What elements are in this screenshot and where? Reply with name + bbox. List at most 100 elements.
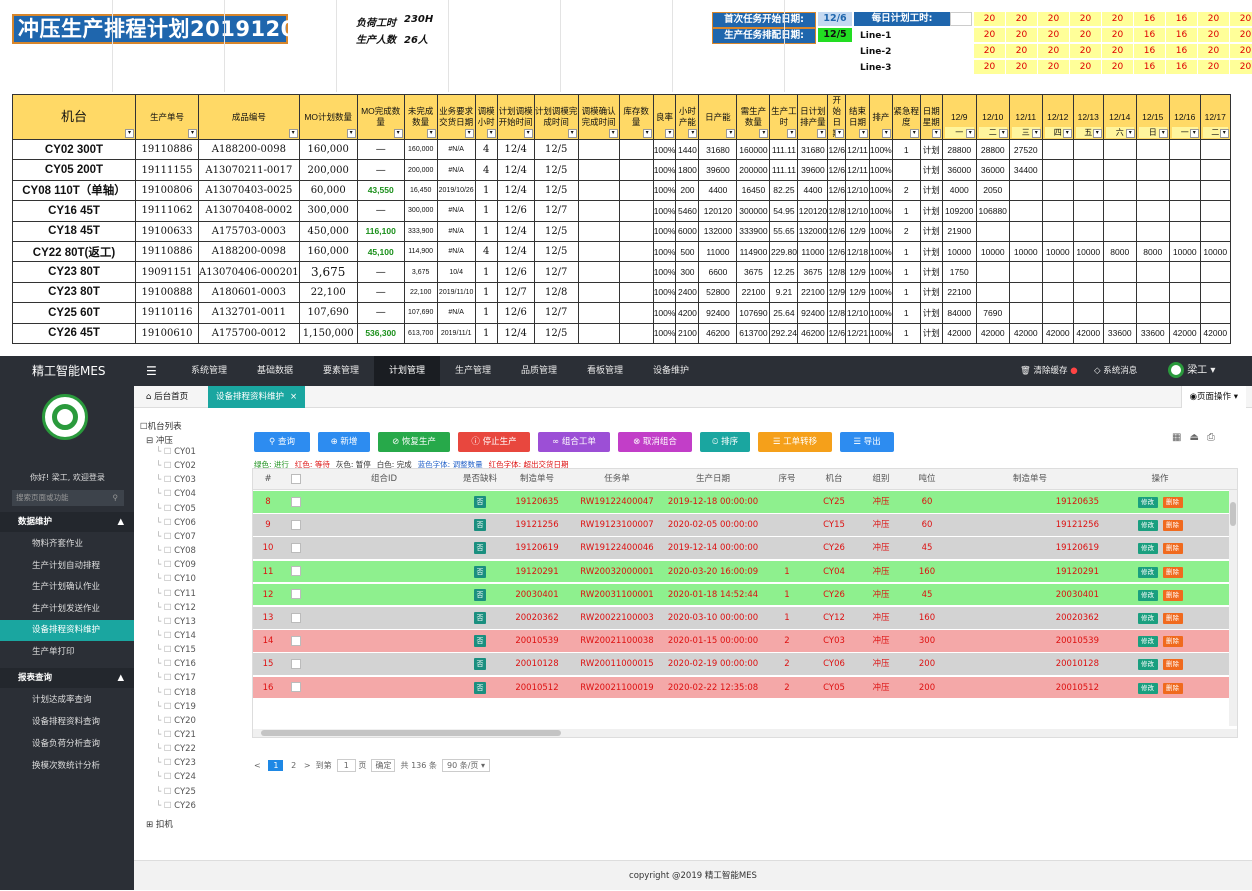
filter-dropdown-icon[interactable]: ▾ [759,129,769,138]
cell[interactable]: 22100 [941,281,977,304]
cell[interactable] [1102,220,1137,242]
user-menu[interactable]: 梁工 ▾ [1168,356,1215,386]
cell[interactable]: 10000 [1072,240,1104,263]
cell[interactable]: 计划 [919,240,943,263]
col-header[interactable]: MO计划数量 ▾ [298,94,358,140]
scrollbar-horizontal[interactable] [253,729,1237,737]
cell[interactable]: 107,690 [403,302,438,324]
grid-header-cell[interactable]: 序号 [765,469,809,489]
cell[interactable]: 100% [652,200,677,222]
cell[interactable]: A188200-0098 [198,138,300,161]
nav-7[interactable]: 设备维护 [638,356,704,386]
cell[interactable]: 11000 [698,240,738,263]
tree-node[interactable]: └ ☐ CY16 [156,659,196,669]
cell[interactable] [577,220,620,242]
cell[interactable] [577,322,620,344]
cell[interactable] [1135,220,1170,242]
cell[interactable]: CY08 110T（单轴） [12,179,136,202]
cell[interactable] [1008,179,1043,202]
tree-node[interactable]: └ ☐ CY19 [156,702,196,712]
cell[interactable]: 42000 [1168,322,1201,344]
cell[interactable]: 计划 [919,179,943,202]
col-header[interactable]: 12/10 二 ▾ [975,94,1010,140]
page-ops-button[interactable]: ◉页面操作 ▾ [1180,386,1246,408]
line-3-hours-cell-2[interactable]: 20 [1038,60,1069,74]
filter-dropdown-icon[interactable]: ▾ [523,129,533,138]
cell[interactable] [1199,261,1231,283]
cell[interactable]: CY05 200T [12,159,136,181]
grid-header-cell[interactable]: 生产日期 [661,469,765,489]
row-checkbox[interactable] [291,542,301,553]
cell[interactable]: 10000 [975,240,1010,263]
cell[interactable]: 12.25 [769,261,799,283]
cell[interactable]: A13070408-0002 [198,200,300,222]
cell[interactable]: 46200 [797,322,829,344]
cell[interactable] [1168,261,1201,283]
delete-button[interactable]: 删除 [1162,613,1183,624]
cell[interactable]: 12/11 [844,159,870,181]
row-checkbox[interactable] [291,566,301,577]
cell[interactable]: 100% [868,261,893,283]
sidebar-item[interactable]: 生产计划确认作业 [0,577,134,598]
cell[interactable]: 450,000 [298,220,358,242]
table-row[interactable]: 16 否 20010512 RW20021100019 2020-02-22 12:35… [253,676,1237,700]
filter-dropdown-icon[interactable]: ▾ [834,129,844,138]
cell[interactable]: 12/4 [496,138,535,161]
filter-dropdown-icon[interactable]: ▾ [464,129,474,138]
cell[interactable]: 12/5 [533,220,579,242]
cell[interactable]: 4 [474,159,498,181]
cell[interactable]: 19111062 [135,200,199,222]
cell[interactable]: 8000 [1102,240,1137,263]
cell[interactable]: 1 [891,240,921,263]
cell[interactable]: 2019/11/10 [436,281,476,304]
cell[interactable]: — [356,138,405,161]
row-checkbox[interactable] [291,635,301,646]
tree-node[interactable]: └ ☐ CY03 [156,475,196,485]
filter-dropdown-icon[interactable]: ▾ [787,129,797,138]
nav-5[interactable]: 品质管理 [506,356,572,386]
cell[interactable] [1008,220,1043,242]
cell[interactable]: 100% [652,261,677,283]
cell[interactable]: #N/A [436,220,476,242]
tree-node[interactable]: └ ☐ CY13 [156,617,196,627]
line-2-hours-cell-7[interactable]: 20 [1198,44,1229,58]
cell[interactable]: 31680 [698,138,738,161]
cell[interactable]: 19100610 [135,322,199,344]
cell[interactable]: 613700 [736,322,771,344]
page-size-select[interactable]: 90 条/页 ▾ [441,759,490,772]
tree-node[interactable]: └ ☐ CY15 [156,645,196,655]
cell[interactable]: 160,000 [298,240,358,263]
cell[interactable] [618,322,654,344]
cell[interactable]: 12/18 [844,240,870,263]
cell[interactable]: 106880 [975,200,1010,222]
cell[interactable]: 计划 [919,200,943,222]
cell[interactable] [1072,261,1104,283]
filter-dropdown-icon[interactable]: ▾ [346,129,356,138]
cell[interactable] [618,159,654,181]
cell[interactable]: 100% [652,322,677,344]
page-input[interactable]: 1 [336,759,356,772]
tree-node[interactable]: └ ☐ CY14 [156,631,196,641]
cell[interactable]: 19110886 [135,240,199,263]
table-row[interactable]: 11 否 19120291 RW20032000001 2020-03-20 16:00… [253,560,1237,584]
cell[interactable] [1041,220,1074,242]
cell[interactable]: 19100888 [135,281,199,304]
cell[interactable]: 3675 [736,261,771,283]
cell[interactable]: 12/6 [827,220,846,242]
cell[interactable]: 12/8 [827,200,846,222]
cell[interactable]: 1440 [675,138,700,161]
cell[interactable] [1135,179,1170,202]
row-checkbox[interactable] [291,589,301,600]
cell[interactable] [1041,302,1074,324]
cell[interactable]: — [356,159,405,181]
button-8[interactable]: ☰ 导出 [840,432,894,452]
close-icon[interactable]: × [290,392,297,402]
cell[interactable]: 5460 [675,200,700,222]
cell[interactable]: 4400 [698,179,738,202]
tree-node[interactable]: └ ☐ CY22 [156,744,196,754]
daily-hours-cell-2[interactable]: 20 [1038,12,1069,26]
cell[interactable] [1041,200,1074,222]
line-1-hours-cell-3[interactable]: 20 [1070,28,1101,42]
cell[interactable] [1168,138,1201,161]
col-header[interactable]: MO完成数量 ▾ [356,94,405,140]
